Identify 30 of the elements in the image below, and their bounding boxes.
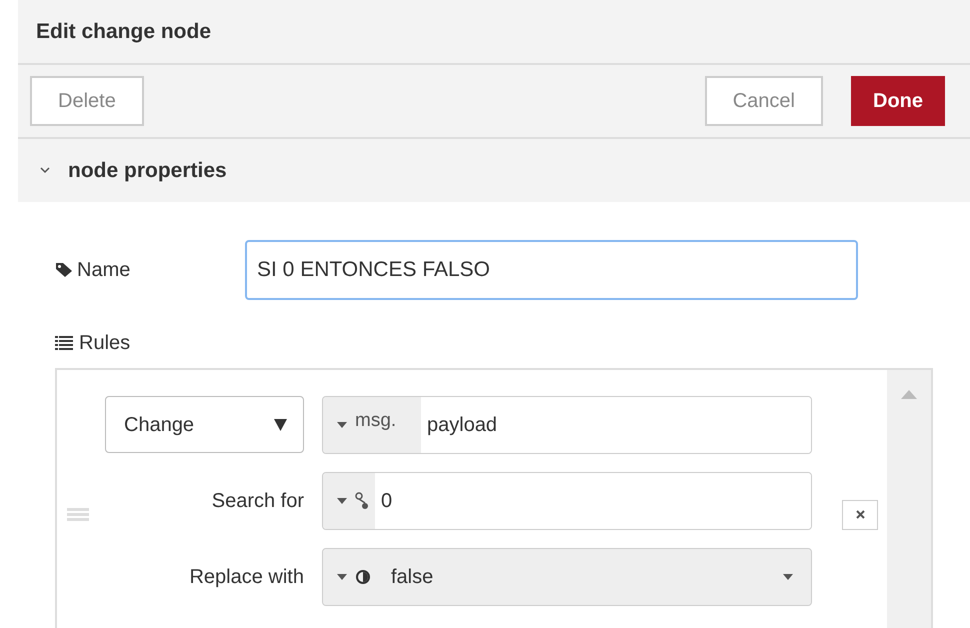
field-label: Replace with: [188, 564, 304, 590]
drag-handle-icon[interactable]: [67, 508, 89, 522]
type-select-button[interactable]: [323, 472, 375, 529]
scrollbar[interactable]: [887, 370, 931, 628]
caret-icon: [783, 574, 793, 580]
list-icon: [55, 335, 73, 350]
section-title: node properties: [68, 158, 227, 184]
done-button[interactable]: Done: [851, 76, 945, 126]
tag-icon: [55, 262, 73, 278]
remove-button[interactable]: [842, 500, 878, 530]
typed-input-field[interactable]: msg. payload: [322, 396, 812, 454]
caret-icon: [337, 574, 347, 580]
cancel-button[interactable]: Cancel: [704, 76, 823, 126]
name-field[interactable]: SI 0 ENTONCES FALSO: [245, 240, 858, 300]
caret-icon: [337, 422, 347, 428]
section-label: Rules: [79, 330, 130, 356]
delete-button[interactable]: Delete: [30, 76, 144, 126]
type-label: msg.: [355, 408, 396, 433]
caret-icon: [274, 418, 287, 431]
section-header[interactable]: node properties: [18, 138, 970, 202]
window-title: Edit change node: [36, 18, 212, 45]
field-label: Search for: [210, 488, 304, 514]
boolean-type-icon: [355, 568, 371, 585]
number-type-icon: [355, 492, 369, 510]
caret-icon: [337, 498, 347, 504]
field-label: Name: [77, 258, 130, 283]
typed-input-field[interactable]: 0: [322, 472, 812, 530]
type-select-button[interactable]: msg.: [323, 396, 421, 453]
action-select[interactable]: Change: [105, 396, 304, 454]
close-icon: [856, 510, 864, 520]
